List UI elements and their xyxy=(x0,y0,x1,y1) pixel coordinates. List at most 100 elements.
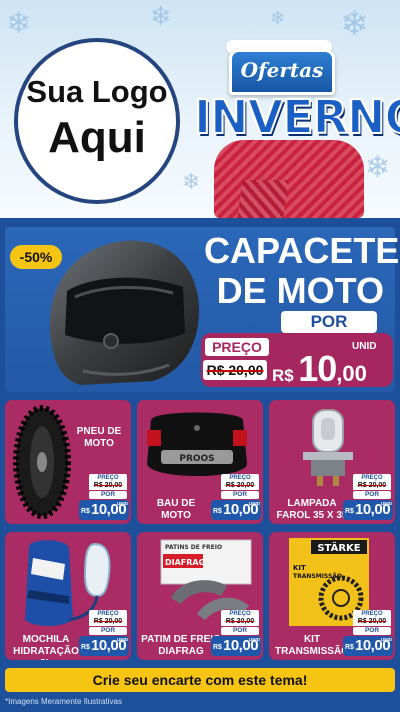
product-card-tire[interactable]: PNEU DE MOTO PREÇO R$ 20,00 POR R$ 10,00… xyxy=(5,400,131,524)
price-preco-label: PREÇO xyxy=(353,610,391,618)
price-box: R$ 10,00 UNID xyxy=(79,500,129,520)
brake-box-title: PATINS DE FREIO xyxy=(165,544,222,551)
snowflake-icon: ❄ xyxy=(182,170,201,195)
hero-title-line1: CAPACETE xyxy=(204,230,400,271)
product-name-line2: HIDRATAÇÃO 2L xyxy=(13,646,79,660)
scarf-decoration xyxy=(214,140,364,218)
price-tag: PREÇO R$ 20,00 POR R$ 10,00 UNID xyxy=(343,610,393,656)
hero-old-price: R$ 20,00 xyxy=(203,360,267,380)
offers-badge: Ofertas de xyxy=(229,49,335,118)
top-case-brand: PROOS xyxy=(179,454,214,464)
hero-price-dec: ,00 xyxy=(336,361,367,386)
price-old: R$ 20,00 xyxy=(221,482,259,490)
product-name: KIT TRANSMISSÃO xyxy=(271,634,353,658)
product-name: MOCHILA HIDRATAÇÃO 2L xyxy=(9,634,83,660)
price-old-value: R$ 20,00 xyxy=(357,482,387,489)
kit-brand: STÄRKE xyxy=(317,540,360,554)
tire-icon xyxy=(13,405,71,519)
create-flyer-button[interactable]: Crie seu encarte com este tema! xyxy=(5,668,395,692)
product-card-top-case[interactable]: PROOS BAU DE MOTO PREÇO R$ 20,00 POR R$ … xyxy=(137,400,263,524)
price-preco-label: PREÇO xyxy=(221,474,259,482)
price-box: R$ 10,00 UNID xyxy=(211,500,261,520)
price-tag: PREÇO R$ 20,00 POR R$ 10,00 UNID xyxy=(211,474,261,520)
price-preco-label: PREÇO xyxy=(353,474,391,482)
price-tag: PREÇO R$ 20,00 POR R$ 10,00 UNID xyxy=(79,474,129,520)
price-old: R$ 20,00 xyxy=(353,618,391,626)
snowflake-icon: ❄ xyxy=(270,8,286,29)
snowflake-icon: ❄ xyxy=(150,2,172,32)
price-old: R$ 20,00 xyxy=(89,482,127,490)
product-name-line1: PNEU DE xyxy=(76,426,122,437)
price-box: R$ 10,00 UNID xyxy=(211,636,261,656)
price-unid: UNID xyxy=(249,637,260,642)
price-box: R$ 10,00 UNID xyxy=(343,636,393,656)
price-old: R$ 20,00 xyxy=(353,482,391,490)
price-preco-label: PREÇO xyxy=(89,610,127,618)
price-currency: R$ xyxy=(213,508,222,515)
price-old-value: R$ 20,00 xyxy=(225,618,255,625)
hero-price-int: 10 xyxy=(298,348,337,389)
price-unid: UNID xyxy=(381,637,392,642)
season-title-text: INVERNO xyxy=(193,89,400,145)
price-currency: R$ xyxy=(81,508,90,515)
price-old-value: R$ 20,00 xyxy=(93,482,123,489)
price-unid: UNID xyxy=(117,637,128,642)
flyer-page: ❄ ❄ ❄ ❄ ❄ ❄ Sua Logo Aqui Ofertas de INV… xyxy=(0,0,400,712)
snowflake-icon: ❄ xyxy=(6,6,32,41)
discount-badge: -50% xyxy=(10,245,62,269)
hero-por-label: POR xyxy=(281,311,377,333)
hero-new-price: R$ 10,00 xyxy=(272,348,367,390)
price-old-value: R$ 20,00 xyxy=(93,618,123,625)
product-card-brake-shoe[interactable]: PATINS DE FREIO DIAFRAG PATIM DE FREIO D… xyxy=(137,532,263,660)
product-name-line2: TRANSMISSÃO xyxy=(275,646,349,657)
product-name: BAU DE MOTO xyxy=(141,498,211,522)
hero-title-line2: DE MOTO xyxy=(216,270,384,311)
price-old: R$ 20,00 xyxy=(89,618,127,626)
season-title: INVERNO xyxy=(193,89,400,150)
price-old: R$ 20,00 xyxy=(221,618,259,626)
product-name-line1: KIT xyxy=(303,634,321,645)
price-unid: UNID xyxy=(117,501,128,506)
product-card-transmission-kit[interactable]: STÄRKE KIT TRANSMISSÃO KIT TRANSMISSÃO P… xyxy=(269,532,395,660)
price-por-label: POR xyxy=(89,627,127,635)
brake-brand: DIAFRAG xyxy=(165,558,205,567)
price-tag: PREÇO R$ 20,00 POR R$ 10,00 UNID xyxy=(343,474,393,520)
price-old-value: R$ 20,00 xyxy=(357,618,387,625)
product-name-line1: BAU DE xyxy=(156,498,196,509)
price-currency: R$ xyxy=(213,644,222,651)
price-por-label: POR xyxy=(353,491,391,499)
price-por-label: POR xyxy=(353,627,391,635)
price-por-label: POR xyxy=(89,491,127,499)
price-currency: R$ xyxy=(81,644,90,651)
product-name: PNEU DE MOTO xyxy=(67,426,131,450)
product-name-line2: FAROL 35 X 35 xyxy=(276,510,348,521)
price-currency: R$ xyxy=(345,508,354,515)
price-old-value: R$ 20,00 xyxy=(225,482,255,489)
scarf-tail-decoration xyxy=(237,180,289,218)
winter-header: ❄ ❄ ❄ ❄ ❄ ❄ Sua Logo Aqui Ofertas de INV… xyxy=(0,0,400,218)
product-name-line2: MOTO xyxy=(84,438,114,449)
price-por-label: POR xyxy=(221,491,259,499)
disclaimer-text: *Imagens Meramente Ilustrativas xyxy=(5,697,122,706)
snowflake-icon: ❄ xyxy=(340,4,369,44)
price-preco-label: PREÇO xyxy=(221,610,259,618)
product-name-line1: MOCHILA xyxy=(22,634,70,645)
hero-preco-label: PREÇO xyxy=(205,338,269,356)
logo-line2: Aqui xyxy=(48,113,146,162)
logo-placeholder[interactable]: Sua Logo Aqui xyxy=(14,38,180,204)
price-tag: PREÇO R$ 20,00 POR R$ 10,00 UNID xyxy=(211,610,261,656)
product-name-line1: LAMPADA xyxy=(287,498,337,509)
price-box: R$ 10,00 UNID xyxy=(79,636,129,656)
price-box: R$ 10,00 UNID xyxy=(343,500,393,520)
snowflake-icon: ❄ xyxy=(365,150,391,185)
product-name-line2: MOTO xyxy=(161,510,191,521)
product-card-hydration-backpack[interactable]: MOCHILA HIDRATAÇÃO 2L PREÇO R$ 20,00 POR… xyxy=(5,532,131,660)
product-name: LAMPADA FAROL 35 X 35 xyxy=(273,498,351,522)
price-tag: PREÇO R$ 20,00 POR R$ 10,00 UNID xyxy=(79,610,129,656)
price-currency: R$ xyxy=(345,644,354,651)
kit-label-1: KIT xyxy=(293,564,306,572)
product-card-headlight-bulb[interactable]: LAMPADA FAROL 35 X 35 PREÇO R$ 20,00 POR… xyxy=(269,400,395,524)
price-unid: UNID xyxy=(249,501,260,506)
logo-line1: Sua Logo xyxy=(26,74,168,109)
price-preco-label: PREÇO xyxy=(89,474,127,482)
